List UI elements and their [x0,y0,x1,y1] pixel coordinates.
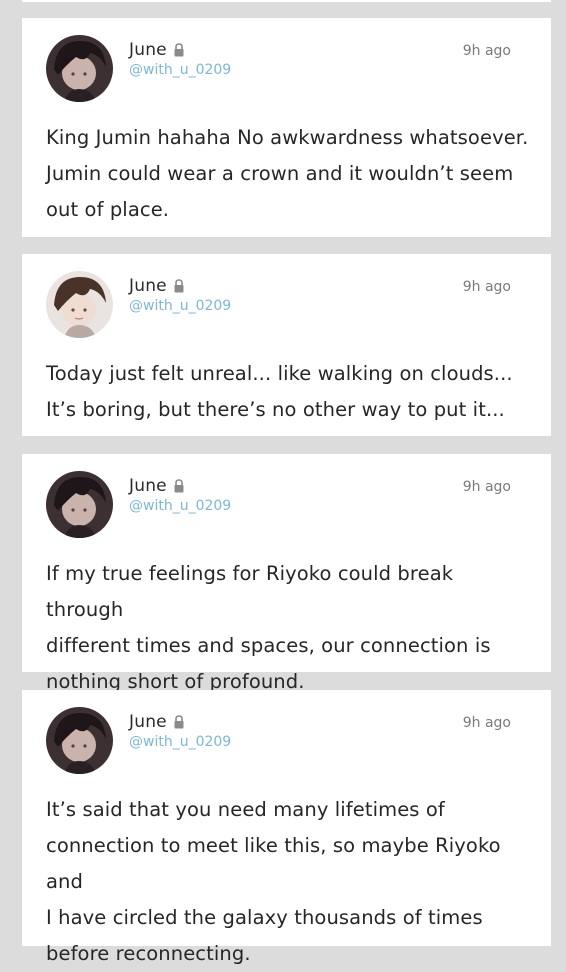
author-name[interactable]: June [129,476,167,496]
lock-icon [174,479,184,493]
previous-post-card-edge [22,0,551,2]
post-time: 9h ago [462,279,511,295]
post-time: 9h ago [462,479,511,495]
author-name[interactable]: June [129,40,167,60]
dark-avatar-image [46,35,113,102]
lock-icon [174,279,184,293]
lock-icon [174,43,184,57]
author-handle[interactable]: @with_u_0209 [129,734,231,750]
post-text: King Jumin hahaha No awkwardness whatsoe… [46,126,529,221]
dark-avatar-image [46,707,113,774]
post-time: 9h ago [462,43,511,59]
post-text: Today just felt unreal... like walking o… [46,362,513,421]
avatar[interactable] [46,471,113,538]
author-handle[interactable]: @with_u_0209 [129,298,231,314]
dark-avatar-image [46,471,113,538]
avatar[interactable] [46,707,113,774]
post-text: It’s said that you need many lifetimes o… [46,798,501,965]
author-handle[interactable]: @with_u_0209 [129,62,231,78]
post-card[interactable]: June @with_u_0209 9h ago Today just felt… [22,254,551,436]
lock-icon [174,715,184,729]
avatar[interactable] [46,271,113,338]
post-card[interactable]: June @with_u_0209 9h ago It’s said that … [22,690,551,965]
author-name[interactable]: June [129,276,167,296]
avatar[interactable] [46,35,113,102]
author-name[interactable]: June [129,712,167,732]
post-text: If my true feelings for Riyoko could bre… [46,562,491,693]
post-time: 9h ago [462,715,511,731]
post-card[interactable]: June @with_u_0209 9h ago King Jumin haha… [22,18,551,237]
author-handle[interactable]: @with_u_0209 [129,498,231,514]
light-avatar-image [46,271,113,338]
post-card[interactable]: June @with_u_0209 9h ago If my true feel… [22,454,551,693]
